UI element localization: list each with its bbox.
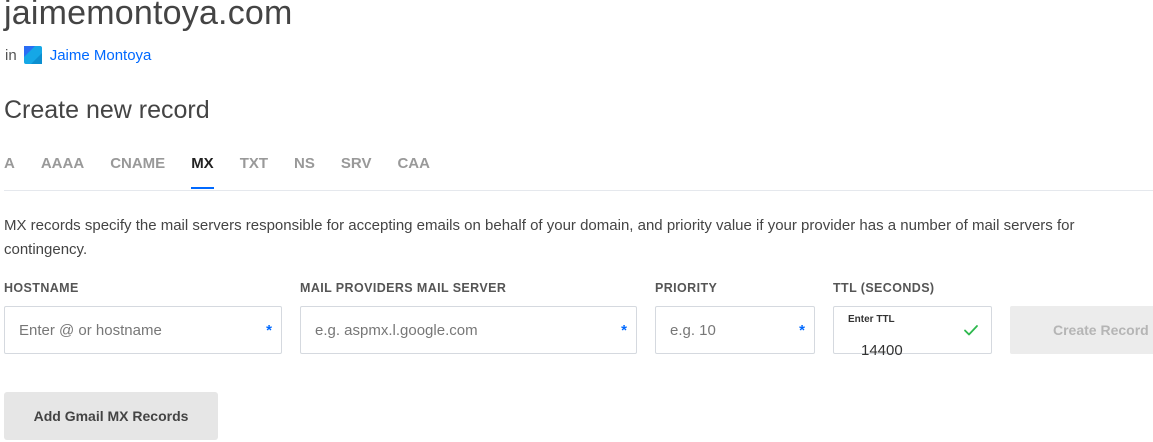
ttl-field-wrapper: Enter TTL [833,306,1004,373]
domain-title: jaimemontoya.com [4,0,293,32]
tab-aaaa[interactable]: AAAA [41,148,84,189]
ttl-label: TTL (SECONDS) [833,281,935,295]
mail-server-field-wrapper: * [300,306,637,354]
record-type-tabs: A AAAA CNAME MX TXT NS SRV CAA [4,148,1153,191]
check-icon [963,322,979,338]
project-prefix: in [5,46,17,64]
ttl-field-label: Enter TTL [848,314,895,325]
tab-a[interactable]: A [4,148,15,189]
tab-srv[interactable]: SRV [341,148,372,189]
tab-caa[interactable]: CAA [397,148,430,189]
required-asterisk: * [799,322,805,339]
hostname-input[interactable] [5,307,281,353]
project-icon [23,46,42,64]
mail-server-input[interactable] [301,307,636,353]
mail-server-label: MAIL PROVIDERS MAIL SERVER [300,281,507,295]
priority-field-wrapper: * [655,306,815,354]
section-title: Create new record [4,96,210,124]
priority-label: PRIORITY [655,281,718,295]
project-line: in Jaime Montoya [5,46,151,64]
tab-ns[interactable]: NS [294,148,315,189]
priority-input[interactable] [656,307,814,353]
project-link[interactable]: Jaime Montoya [50,47,152,64]
required-asterisk: * [266,322,272,339]
add-gmail-mx-records-button[interactable]: Add Gmail MX Records [4,392,218,440]
tab-txt[interactable]: TXT [240,148,268,189]
required-asterisk: * [621,322,627,339]
hostname-label: HOSTNAME [4,281,79,295]
record-description: MX records specify the mail servers resp… [4,217,1075,258]
ttl-input[interactable] [847,327,1004,373]
tab-cname[interactable]: CNAME [110,148,165,189]
hostname-field-wrapper: * [4,306,282,354]
tab-mx[interactable]: MX [191,148,214,189]
create-record-button[interactable]: Create Record [1010,306,1153,354]
